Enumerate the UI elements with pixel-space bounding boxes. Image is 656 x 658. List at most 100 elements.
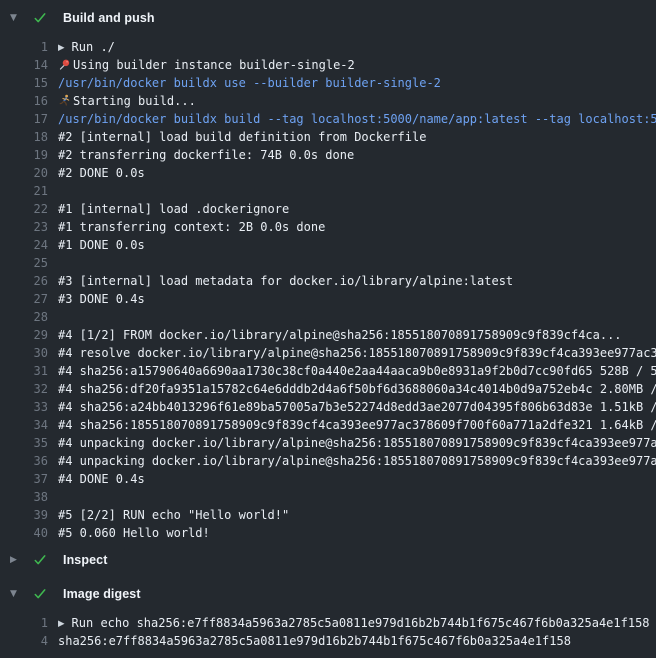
line-number[interactable]: 20 (0, 164, 48, 182)
log-line-content: #4 sha256:185518070891758909c9f839cf4ca3… (58, 416, 656, 434)
log-line-content: #4 DONE 0.4s (58, 470, 656, 488)
line-number[interactable]: 17 (0, 110, 48, 128)
log-line: 26 #3 [internal] load metadata for docker… (0, 272, 656, 290)
line-number[interactable]: 22 (0, 200, 48, 218)
section-header-inspect[interactable]: ▶Inspect (0, 550, 656, 570)
chevron-down-icon[interactable]: ▼ (10, 8, 24, 28)
line-number[interactable]: 39 (0, 506, 48, 524)
log-line: 14 Using builder instance builder-single-… (0, 56, 656, 74)
line-number[interactable]: 32 (0, 380, 48, 398)
log-text: Run ./ (72, 40, 115, 54)
line-number[interactable]: 31 (0, 362, 48, 380)
log-line-content: #4 resolve docker.io/library/alpine@sha2… (58, 344, 656, 362)
log-line-content: #4 unpacking docker.io/library/alpine@sh… (58, 452, 656, 470)
line-number[interactable]: 14 (0, 56, 48, 74)
log-line: 19 #2 transferring dockerfile: 74B 0.0s d… (0, 146, 656, 164)
log-line-content: ▶ Run ./ (58, 38, 656, 56)
line-number[interactable]: 25 (0, 254, 48, 272)
log-line-content: #1 DONE 0.0s (58, 236, 656, 254)
log-text: #1 [internal] load .dockerignore (58, 202, 289, 216)
log-line-content: Starting build... (58, 92, 656, 110)
log-line: 28 (0, 308, 656, 326)
line-number[interactable]: 23 (0, 218, 48, 236)
chevron-right-icon[interactable]: ▶ (10, 550, 24, 570)
log-line: 22 #1 [internal] load .dockerignore (0, 200, 656, 218)
line-number[interactable]: 24 (0, 236, 48, 254)
check-icon (33, 8, 47, 28)
log-section-inspect: ▶Inspect (0, 550, 656, 584)
log-line: 37 #4 DONE 0.4s (0, 470, 656, 488)
log-line-content (58, 488, 656, 506)
line-number[interactable]: 35 (0, 434, 48, 452)
log-text: #5 0.060 Hello world! (58, 526, 210, 540)
log-section-image-digest: ▼ Image digest 1 ▶ Run echo sha256:e7ff8834a… (0, 584, 656, 658)
log-line-content: #2 DONE 0.0s (58, 164, 656, 182)
log-line: 34 #4 sha256:185518070891758909c9f839cf4c… (0, 416, 656, 434)
line-number[interactable]: 21 (0, 182, 48, 200)
line-number[interactable]: 29 (0, 326, 48, 344)
log-line-content: #4 [1/2] FROM docker.io/library/alpine@s… (58, 326, 656, 344)
log-text: #4 unpacking docker.io/library/alpine@sh… (58, 454, 656, 468)
line-number[interactable]: 26 (0, 272, 48, 290)
log-line-content: #1 [internal] load .dockerignore (58, 200, 656, 218)
line-number[interactable]: 15 (0, 74, 48, 92)
line-number[interactable]: 1 (0, 614, 48, 632)
line-number[interactable]: 28 (0, 308, 48, 326)
log-text: #4 sha256:185518070891758909c9f839cf4ca3… (58, 418, 656, 432)
log-line: 21 (0, 182, 656, 200)
log-line: 20 #2 DONE 0.0s (0, 164, 656, 182)
line-number[interactable]: 37 (0, 470, 48, 488)
log-line: 18 #2 [internal] load build definition fr… (0, 128, 656, 146)
log-line: 16 Starting build... (0, 92, 656, 110)
log-line-content: /usr/bin/docker buildx build --tag local… (58, 110, 656, 128)
log-line-content: #5 0.060 Hello world! (58, 524, 656, 542)
log-text: #4 sha256:df20fa9351a15782c64e6dddb2d4a6… (58, 382, 656, 396)
log-line-content (58, 254, 656, 272)
log-line: 1 ▶ Run ./ (0, 38, 656, 56)
log-text: Run echo sha256:e7ff8834a5963a2785c5a081… (72, 616, 650, 630)
expand-group-icon[interactable]: ▶ (58, 39, 65, 56)
log-line: 31 #4 sha256:a15790640a6690aa1730c38cf0a4… (0, 362, 656, 380)
log-line: 36 #4 unpacking docker.io/library/alpine@… (0, 452, 656, 470)
line-number[interactable]: 36 (0, 452, 48, 470)
log-line-content: #4 sha256:df20fa9351a15782c64e6dddb2d4a6… (58, 380, 656, 398)
line-number[interactable]: 30 (0, 344, 48, 362)
log-text: sha256:e7ff8834a5963a2785c5a0811e979d16b… (58, 634, 571, 648)
log-line-content: #1 transferring context: 2B 0.0s done (58, 218, 656, 236)
log-line-content: /usr/bin/docker buildx use --builder bui… (58, 74, 656, 92)
line-number[interactable]: 19 (0, 146, 48, 164)
line-number[interactable]: 33 (0, 398, 48, 416)
actions-log-viewer: ▼Build and push1▶Run ./14Using builder i… (0, 0, 656, 658)
section-title: Image digest (63, 587, 141, 601)
line-number[interactable]: 40 (0, 524, 48, 542)
log-text: #5 [2/2] RUN echo "Hello world!" (58, 508, 289, 522)
line-number[interactable]: 4 (0, 632, 48, 650)
line-number[interactable]: 1 (0, 38, 48, 56)
log-line: 17/usr/bin/docker buildx build --tag loc… (0, 110, 656, 128)
log-line-content: #2 [internal] load build definition from… (58, 128, 656, 146)
log-text: #2 transferring dockerfile: 74B 0.0s don… (58, 148, 354, 162)
log-line: 23 #1 transferring context: 2B 0.0s done (0, 218, 656, 236)
section-header-image-digest[interactable]: ▼ Image digest (0, 584, 656, 604)
chevron-down-icon[interactable]: ▼ (10, 584, 24, 604)
log-text: #4 sha256:a15790640a6690aa1730c38cf0a440… (58, 364, 656, 378)
section-header-build-and-push[interactable]: ▼ Build and push (0, 8, 656, 28)
log-text: #4 sha256:a24bb4013296f61e89ba57005a7b3e… (58, 400, 656, 414)
log-line: 29 #4 [1/2] FROM docker.io/library/alpine… (0, 326, 656, 344)
log-line-content (58, 308, 656, 326)
log-text: #4 [1/2] FROM docker.io/library/alpine@s… (58, 328, 622, 342)
line-number[interactable]: 16 (0, 92, 48, 110)
line-number[interactable]: 38 (0, 488, 48, 506)
section-title: Build and push (63, 11, 155, 25)
line-number[interactable]: 27 (0, 290, 48, 308)
log-line-content: Using builder instance builder-single-2 (58, 56, 656, 74)
log-line: 4 sha256:e7ff8834a5963a2785c5a0811e979d16… (0, 632, 656, 650)
line-number[interactable]: 34 (0, 416, 48, 434)
log-text: #3 DONE 0.4s (58, 292, 145, 306)
expand-group-icon[interactable]: ▶ (58, 615, 65, 632)
log-text: #2 [internal] load build definition from… (58, 130, 426, 144)
log-section-build-and-push: ▼ Build and push 1 ▶ Run ./ 14 Using builder i… (0, 8, 656, 550)
log-line-content: #3 [internal] load metadata for docker.i… (58, 272, 656, 290)
log-text: #4 DONE 0.4s (58, 472, 145, 486)
line-number[interactable]: 18 (0, 128, 48, 146)
